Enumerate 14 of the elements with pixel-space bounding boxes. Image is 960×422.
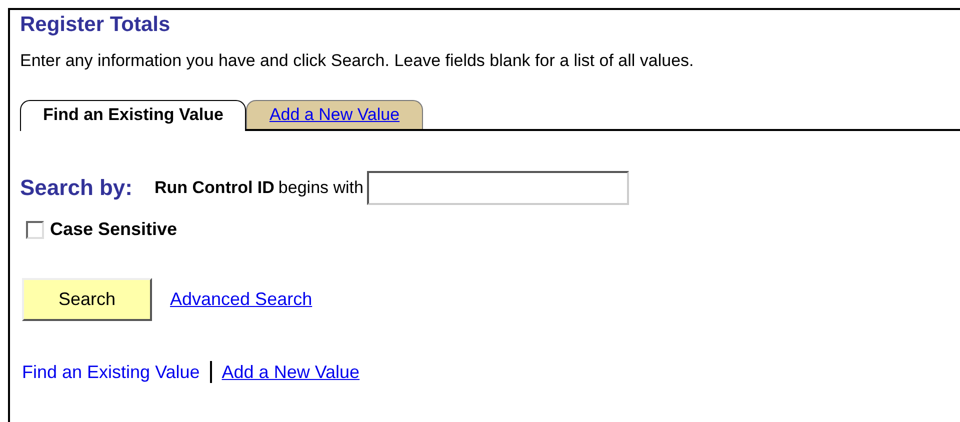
instructions-text: Enter any information you have and click Search. Leave fields blank for a list of all values.: [20, 50, 695, 72]
advanced-search-link[interactable]: Advanced Search: [170, 289, 312, 310]
tab[interactable]: Find an Existing Value: [20, 100, 246, 131]
page-title: Register Totals: [20, 12, 172, 38]
checkbox[interactable]: [26, 220, 44, 238]
footer-link[interactable]: Find an Existing Value: [22, 362, 200, 382]
tab[interactable]: Add a New Value: [246, 100, 423, 129]
checkbox-label: Case Sensitive: [50, 219, 178, 240]
run-control-id-field[interactable]: [367, 171, 630, 205]
field-label: Run Control ID: [154, 178, 274, 198]
operator-label: begins with: [278, 178, 364, 198]
footer-link[interactable]: Add a New Value: [222, 362, 360, 382]
search-by-label: Search by:: [20, 175, 132, 201]
search-button[interactable]: Search: [22, 278, 152, 321]
